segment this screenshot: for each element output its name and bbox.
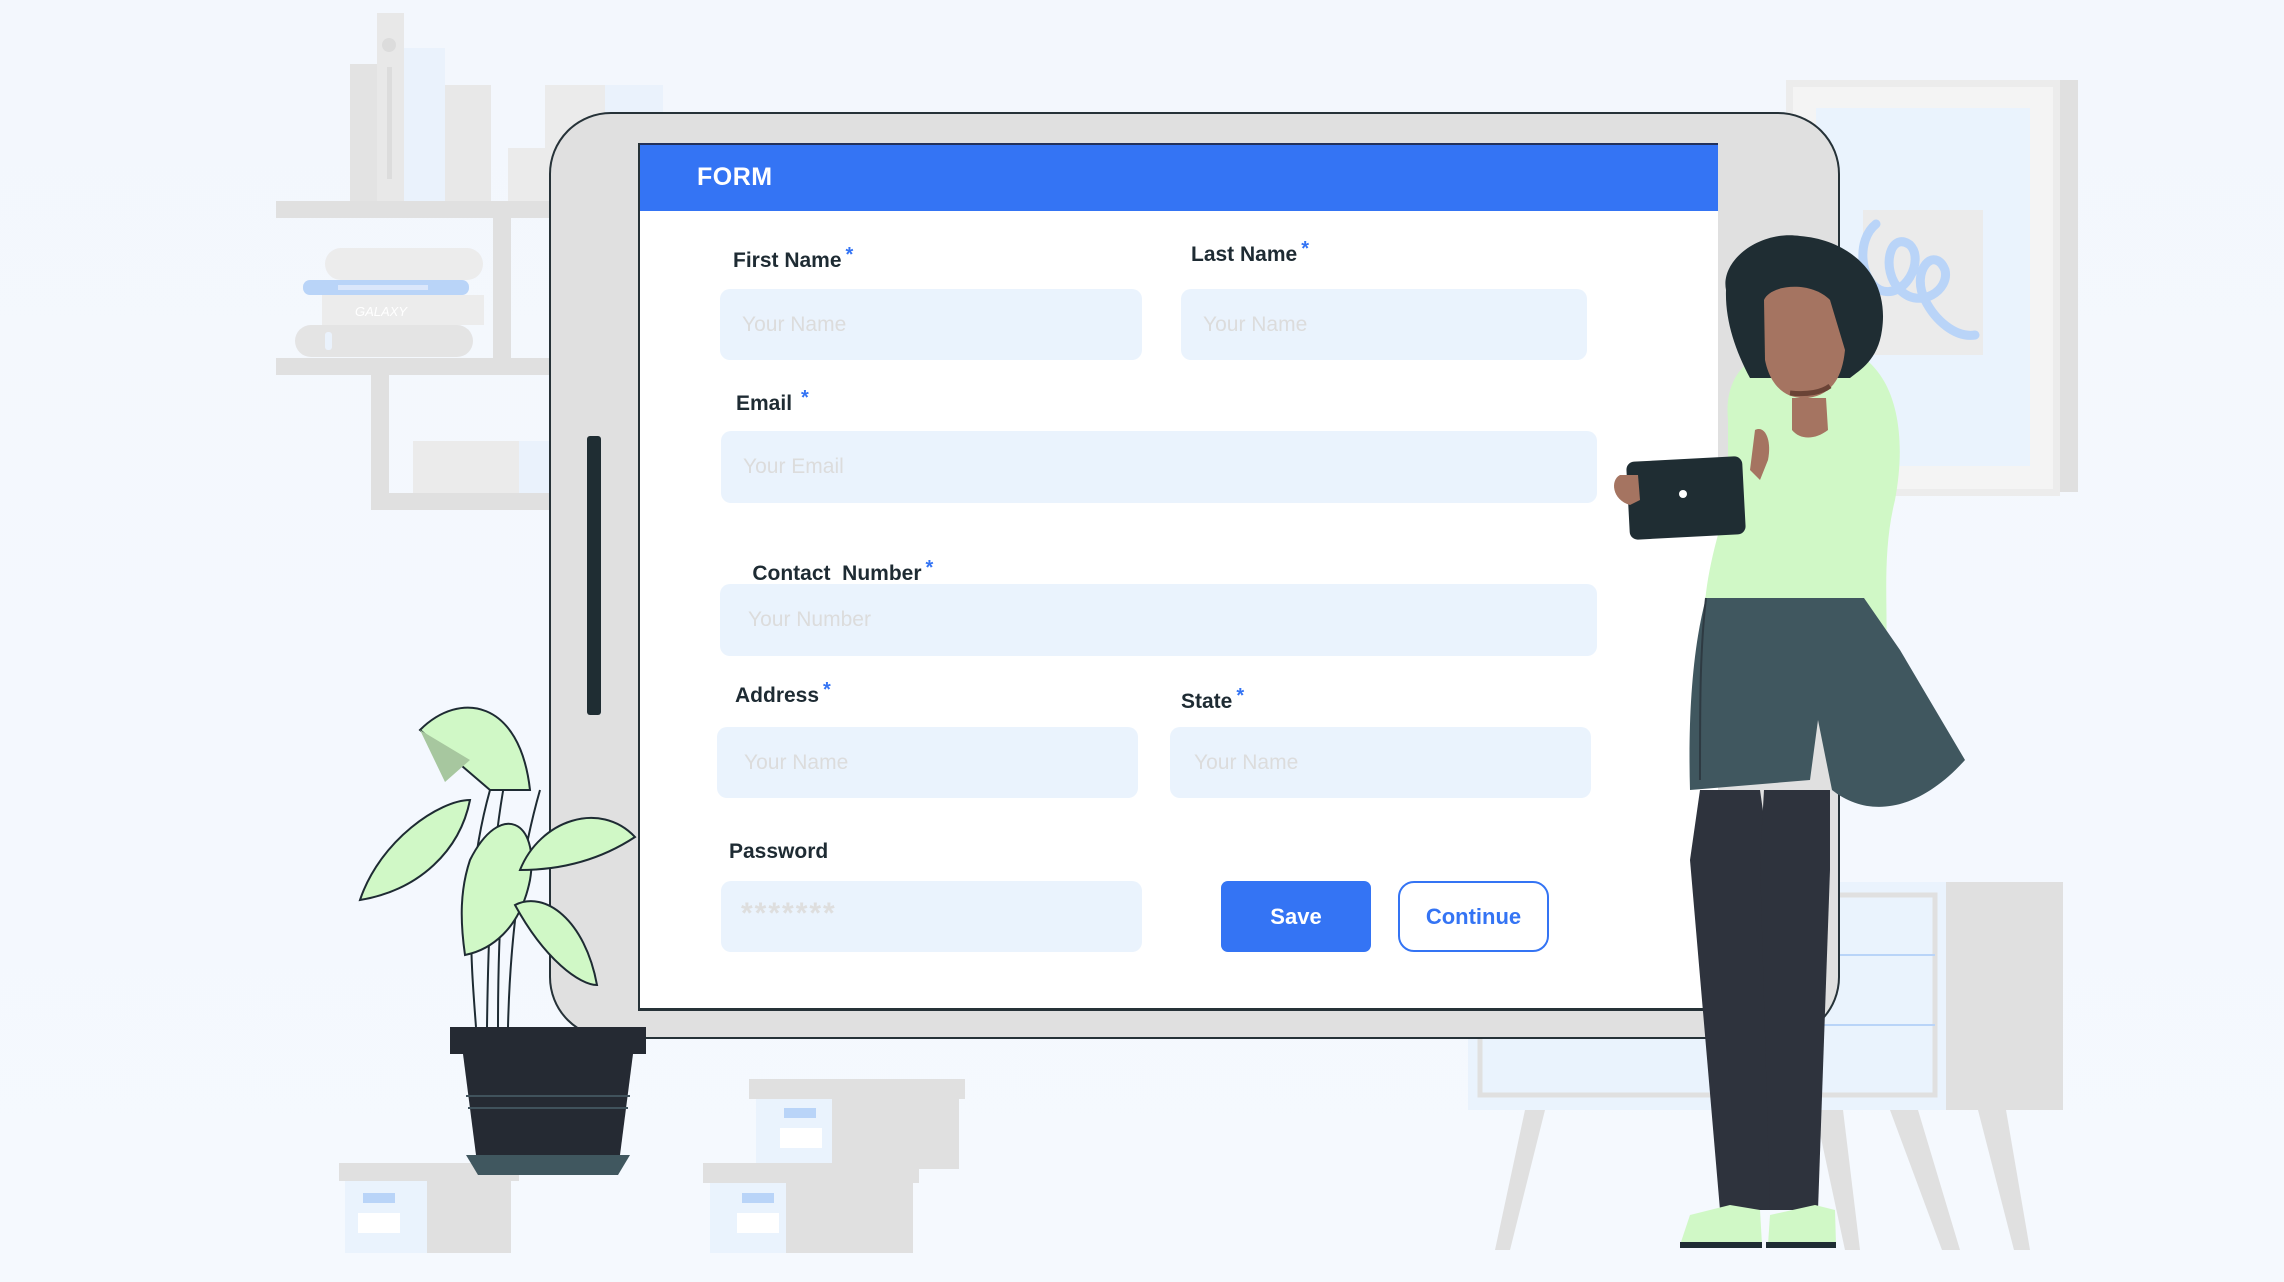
- first-name-label-text: First Name: [733, 249, 842, 272]
- state-input[interactable]: [1170, 727, 1591, 798]
- required-marker: *: [1236, 685, 1245, 707]
- email-input[interactable]: [721, 431, 1597, 503]
- required-marker: *: [801, 387, 809, 409]
- required-marker: *: [925, 557, 934, 579]
- book-spine-text: GALAXY: [355, 304, 408, 319]
- password-label-text: Password: [729, 840, 829, 863]
- password-label: Password: [729, 840, 828, 864]
- storage-boxes: [339, 1079, 965, 1253]
- stage: GALAXY FORM First Name * Your Name Last …: [0, 0, 2284, 1282]
- state-label-text: State: [1181, 690, 1233, 713]
- address-label-text: Address: [735, 684, 820, 707]
- continue-button[interactable]: Continue: [1398, 881, 1549, 952]
- address-input[interactable]: [717, 727, 1138, 798]
- first-name-input[interactable]: [720, 289, 1142, 360]
- contact-number-input[interactable]: [720, 584, 1597, 656]
- last-name-label-text: Last Name: [1191, 243, 1298, 266]
- form-title: FORM: [697, 163, 773, 191]
- email-label: Email *: [736, 387, 809, 416]
- contact-number-label-text: Contact Number: [752, 562, 922, 585]
- required-marker: *: [1301, 238, 1310, 260]
- password-input[interactable]: [721, 881, 1142, 952]
- form-header: [640, 143, 1718, 211]
- address-label: Address *: [735, 679, 831, 708]
- tablet-side-button: [587, 436, 601, 715]
- required-marker: *: [845, 244, 854, 266]
- first-name-label: First Name *: [733, 244, 853, 273]
- email-label-text: Email: [736, 392, 793, 415]
- last-name-label: Last Name *: [1191, 238, 1309, 267]
- state-label: State *: [1181, 685, 1244, 714]
- last-name-input[interactable]: [1181, 289, 1587, 360]
- required-marker: *: [823, 679, 831, 701]
- save-button[interactable]: Save: [1221, 881, 1371, 952]
